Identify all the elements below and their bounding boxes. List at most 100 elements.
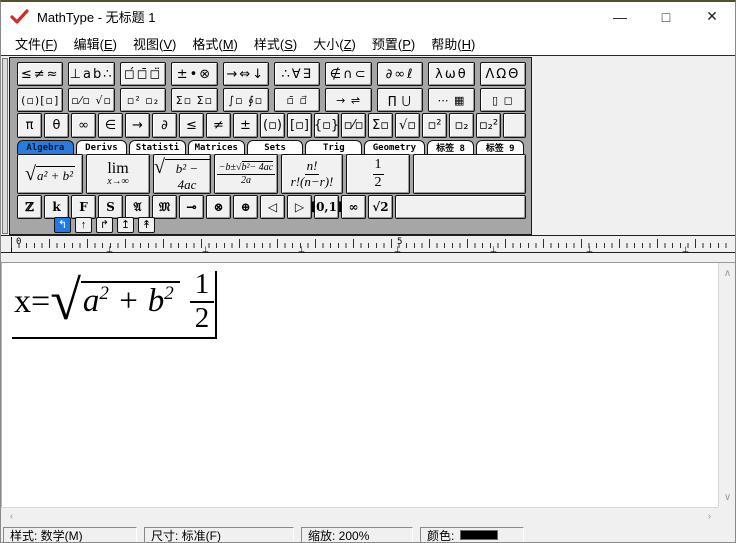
scroll-left-button[interactable]: ‹: [3, 508, 20, 524]
expr-blackboard-k[interactable]: k: [44, 195, 69, 219]
embellishments-palette[interactable]: ◻́◻̄◻̈: [119, 62, 167, 86]
menu-help[interactable]: 帮助(H): [423, 31, 483, 56]
close-button[interactable]: ✕: [689, 2, 735, 31]
status-size: 尺寸: 标准(F): [144, 527, 294, 542]
template-subsup[interactable]: ▫₂²: [476, 113, 501, 138]
symbol-leq[interactable]: ≤: [179, 113, 204, 138]
expr-blackboard-z[interactable]: ℤ: [17, 195, 42, 219]
maximize-button[interactable]: □: [643, 2, 689, 31]
tab-label-9[interactable]: 标签 9: [476, 140, 524, 154]
nav-arrow-up-dot[interactable]: ↟: [138, 217, 155, 233]
tab-algebra[interactable]: Algebra: [17, 140, 74, 154]
template-palette-row: (▫)[▫] ▫⁄▫ √▫ ▫² ▫₂ Σ▫ Σ▫ ∫▫ ∮▫ ▫̄ ▫⃗ → ⇌ ∏ ⋃ ⋯ …: [17, 88, 527, 112]
fence-templates-palette[interactable]: (▫)[▫]: [17, 88, 64, 112]
arrow-symbols-palette[interactable]: →⇔↓: [222, 62, 270, 86]
tab-sets[interactable]: Sets: [246, 140, 304, 154]
scroll-up-button[interactable]: ∧: [719, 265, 735, 281]
ruler[interactable]: 0 5 ⊥ ⊥ ⊥ ⊥ ⊥ ⊥ ⊥: [1, 235, 735, 254]
expr-otimes[interactable]: ⊗: [206, 195, 231, 219]
box-templates-palette[interactable]: ▯ ◻: [479, 88, 527, 112]
expr-multimap[interactable]: ⊸: [179, 195, 204, 219]
misc-symbols-palette[interactable]: ∂∞ℓ: [376, 62, 424, 86]
template-fraction[interactable]: ▫⁄▫: [341, 113, 366, 138]
relational-symbols-palette[interactable]: ≤≠≈: [17, 62, 64, 86]
symbol-pi[interactable]: π: [17, 113, 42, 138]
symbol-neq[interactable]: ≠: [206, 113, 231, 138]
symbol-right-arrow[interactable]: →: [125, 113, 150, 138]
script-templates-palette[interactable]: ▫² ▫₂: [119, 88, 167, 112]
expr-quadratic-formula-button[interactable]: −b±√b²− 4ac 2a: [214, 154, 278, 194]
template-parentheses[interactable]: (▫): [260, 113, 285, 138]
radicand: a2 + b2: [80, 280, 180, 320]
menu-format[interactable]: 格式(M): [184, 31, 246, 56]
expr-limit-button[interactable]: lim x→∞: [86, 154, 150, 194]
tab-trig[interactable]: Trig: [305, 140, 363, 154]
minimize-button[interactable]: —: [597, 2, 643, 31]
expr-fraktur-m[interactable]: 𝔐: [152, 195, 177, 219]
menu-preferences[interactable]: 预置(P): [364, 31, 423, 56]
nav-arrow-up-bar[interactable]: ↥: [117, 217, 134, 233]
nav-arrow-insert-active[interactable]: ↰: [54, 217, 71, 233]
overbar-templates-palette[interactable]: ▫̄ ▫⃗: [274, 88, 321, 112]
menu-edit[interactable]: 编辑(E): [66, 31, 125, 56]
menu-size[interactable]: 大小(Z): [305, 31, 364, 56]
spacing-ellipses-palette[interactable]: ⊥ab∴: [68, 62, 115, 86]
expr-combination-button[interactable]: n! r!(n−r)!: [281, 154, 343, 194]
expr-unit-interval[interactable]: [0,1]: [310, 195, 343, 219]
greek-lowercase-palette[interactable]: λωθ: [428, 62, 475, 86]
labeled-arrow-templates-palette[interactable]: → ⇌: [325, 88, 372, 112]
fraction-radical-templates-palette[interactable]: ▫⁄▫ √▫: [68, 88, 115, 112]
template-brackets[interactable]: [▫]: [287, 113, 312, 138]
template-subscript[interactable]: ▫₂: [449, 113, 474, 138]
expr-right-triangle[interactable]: ▷: [287, 195, 312, 219]
symbol-plus-minus[interactable]: ±: [233, 113, 258, 138]
greek-uppercase-palette[interactable]: ΛΩΘ: [479, 62, 527, 86]
expr-sqrt-discriminant-button[interactable]: √ b² − 4ac: [153, 154, 211, 194]
user-expression-bar: ℤk F S 𝔄 𝔐 ⊸ ⊗ ⊕ ◁ ▷ [0,1] ∞ √2: [17, 195, 526, 219]
symbol-palette-panel: ≤≠≈ ⊥ab∴ ◻́◻̄◻̈ ±•⊗ →⇔↓ ∴∀∃ ∉∩⊂ ∂∞ℓ λωθ ΛΩΘ (▫)[▫…: [9, 57, 532, 235]
horizontal-scrollbar[interactable]: ‹ ›: [1, 507, 720, 524]
template-sqrt[interactable]: √▫: [395, 113, 420, 138]
integral-templates-palette[interactable]: ∫▫ ∮▫: [222, 88, 270, 112]
expr-fraktur-a[interactable]: 𝔄: [125, 195, 150, 219]
nav-arrow-up[interactable]: ↑: [75, 217, 92, 233]
symbol-theta[interactable]: θ: [44, 113, 69, 138]
expr-infinity[interactable]: ∞: [341, 195, 366, 219]
expr-blackboard-f[interactable]: F: [71, 195, 96, 219]
menu-file[interactable]: 文件(F): [7, 31, 66, 56]
tab-statisti[interactable]: Statisti: [129, 140, 186, 154]
product-union-templates-palette[interactable]: ∏ ⋃: [376, 88, 424, 112]
scroll-down-button[interactable]: ∨: [719, 489, 735, 505]
symbol-element-of[interactable]: ∈: [98, 113, 123, 138]
operator-symbols-palette[interactable]: ±•⊗: [171, 62, 218, 86]
menu-view[interactable]: 视图(V): [125, 31, 184, 56]
expr-oplus[interactable]: ⊕: [233, 195, 258, 219]
set-theory-palette[interactable]: ∉∩⊂: [325, 62, 372, 86]
menu-style[interactable]: 样式(S): [246, 31, 305, 56]
tab-label-8[interactable]: 标签 8: [426, 140, 475, 154]
symbol-infinity[interactable]: ∞: [71, 113, 96, 138]
equation-edit-area[interactable]: x= √ a2 + b2 1 2: [1, 263, 720, 507]
vertical-scrollbar[interactable]: ∧ ∨: [718, 263, 735, 507]
expr-sqrt-2[interactable]: √2: [368, 195, 393, 219]
matrix-templates-palette[interactable]: ⋯ ▦: [428, 88, 475, 112]
template-braces[interactable]: {▫}: [314, 113, 339, 138]
color-swatch: [460, 530, 499, 540]
expr-blackboard-s[interactable]: S: [98, 195, 123, 219]
expr-left-triangle[interactable]: ◁: [260, 195, 285, 219]
toolbar-grip[interactable]: [2, 58, 8, 234]
scroll-right-button[interactable]: ›: [701, 508, 718, 524]
symbol-partial[interactable]: ∂: [152, 113, 177, 138]
sum-templates-palette[interactable]: Σ▫ Σ▫: [171, 88, 218, 112]
tab-matrices[interactable]: Matrices: [187, 140, 245, 154]
nav-arrow-up-hook[interactable]: ↱: [96, 217, 113, 233]
title-bar: MathType - 无标题 1 — □ ✕: [1, 2, 735, 31]
expr-sqrt-a2-b2-button[interactable]: √ a² + b²: [17, 154, 83, 194]
scrollbar-corner: [718, 507, 735, 524]
tab-derivs[interactable]: Derivs: [75, 140, 128, 154]
template-superscript[interactable]: ▫²: [422, 113, 447, 138]
logic-symbols-palette[interactable]: ∴∀∃: [274, 62, 321, 86]
expr-one-half-button[interactable]: 1 2: [346, 154, 410, 194]
tab-geometry[interactable]: Geometry: [364, 140, 425, 154]
template-summation[interactable]: Σ▫: [368, 113, 393, 138]
